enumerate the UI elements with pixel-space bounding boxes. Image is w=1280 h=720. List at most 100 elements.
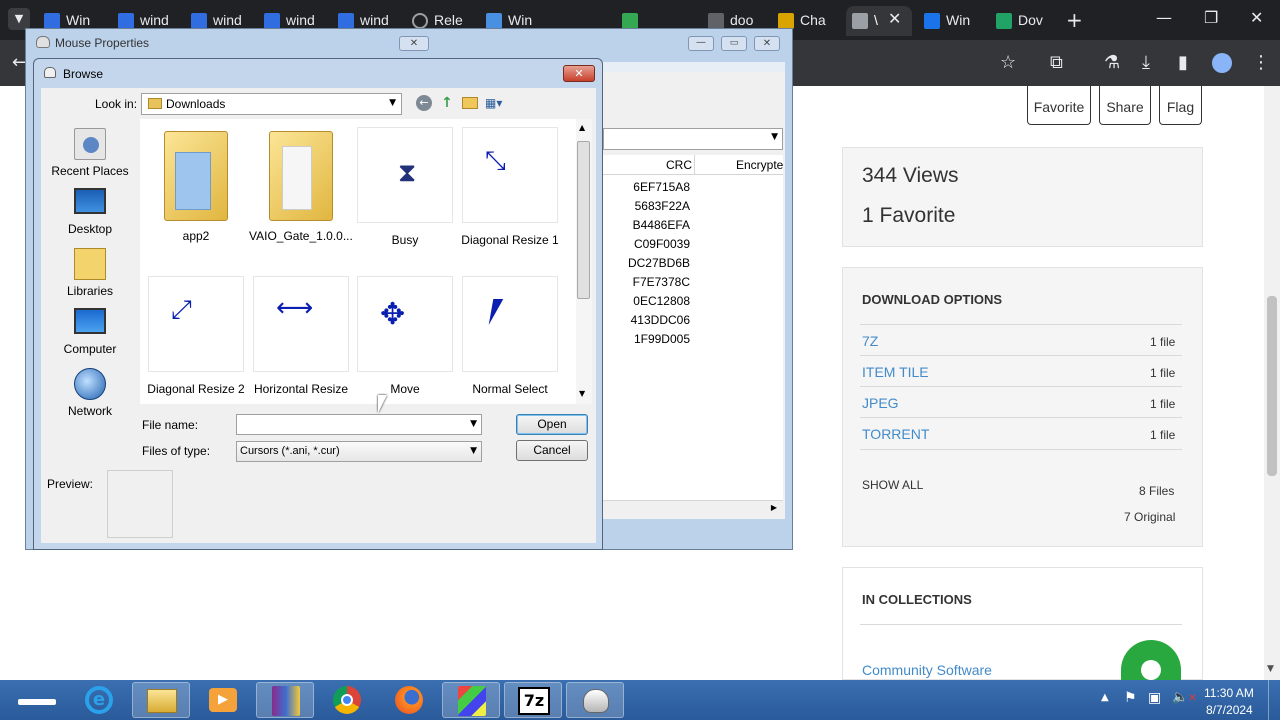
- file-item-cursor[interactable]: ⟷ Horizontal Resize: [249, 276, 353, 396]
- cursor-thumbnail: ⧗: [357, 127, 453, 223]
- close-icon[interactable]: ✕: [399, 36, 429, 51]
- profile-avatar[interactable]: [1212, 53, 1232, 73]
- encrypted-column-header[interactable]: Encrypte: [736, 158, 783, 172]
- file-item-folder[interactable]: app2: [144, 127, 248, 243]
- clock-time[interactable]: 11:30 AM: [1204, 686, 1254, 700]
- scrollbar-thumb[interactable]: [1267, 296, 1277, 476]
- place-computer[interactable]: Computer: [48, 308, 132, 356]
- restore-icon[interactable]: ❐: [1204, 8, 1218, 27]
- minimize-icon[interactable]: —: [1156, 8, 1172, 27]
- taskbar-app-7zip[interactable]: 7z: [504, 682, 562, 718]
- scroll-down-arrow-icon[interactable]: ▼: [579, 389, 585, 398]
- download-option-jpeg[interactable]: JPEG: [862, 395, 899, 411]
- action-center-flag-icon[interactable]: ⚑: [1124, 690, 1137, 706]
- favorite-button[interactable]: Favorite: [1027, 86, 1091, 125]
- back-icon[interactable]: ←: [416, 95, 432, 111]
- download-option-count: 1 file: [1150, 428, 1176, 442]
- clock-date[interactable]: 8/7/2024: [1206, 703, 1253, 717]
- place-libraries[interactable]: Libraries: [48, 248, 132, 298]
- taskbar-app-explorer[interactable]: [132, 682, 190, 718]
- browser-tab-active[interactable]: \ ✕: [846, 6, 912, 36]
- labs-icon[interactable]: ⚗: [1104, 52, 1120, 73]
- download-options-heading: DOWNLOAD OPTIONS: [862, 292, 1003, 307]
- divider: [860, 624, 1182, 625]
- path-dropdown[interactable]: ▼: [603, 128, 783, 150]
- maximize-icon[interactable]: ▭: [721, 36, 747, 51]
- collection-link[interactable]: Community Software: [862, 662, 992, 678]
- horizontal-scrollbar[interactable]: ▶: [603, 500, 783, 517]
- file-item-folder[interactable]: VAIO_Gate_1.0.0....: [249, 127, 353, 243]
- scroll-right-arrow-icon[interactable]: ▶: [771, 503, 777, 512]
- crc-value: 6EF715A8: [633, 180, 690, 194]
- file-item-cursor[interactable]: ⤡ Diagonal Resize 1: [458, 127, 562, 247]
- minimize-icon[interactable]: —: [688, 36, 714, 51]
- scrollbar-thumb[interactable]: [577, 141, 590, 299]
- tab-search-button[interactable]: ▼: [8, 8, 30, 30]
- new-tab-icon[interactable]: +: [1066, 8, 1083, 32]
- file-item-cursor[interactable]: ✥ Move: [353, 276, 457, 396]
- tab-favicon: [338, 13, 354, 30]
- tab-close-icon[interactable]: ✕: [888, 6, 901, 34]
- crc-value: 1F99D005: [633, 332, 690, 346]
- crc-column-header[interactable]: CRC: [666, 158, 692, 172]
- side-panel-icon[interactable]: ▮: [1178, 52, 1188, 73]
- chevron-down-icon: ▼: [470, 419, 477, 429]
- volume-muted-icon[interactable]: 🔈✕: [1172, 690, 1197, 705]
- network-icon[interactable]: ▣: [1148, 690, 1161, 706]
- close-window-icon[interactable]: ✕: [1250, 8, 1263, 27]
- view-menu-icon[interactable]: ▦▾: [485, 96, 509, 110]
- media-player-icon: ▶: [209, 688, 237, 712]
- cancel-button[interactable]: Cancel: [516, 440, 588, 461]
- close-icon[interactable]: ✕: [754, 36, 780, 51]
- files-of-type-dropdown[interactable]: Cursors (*.ani, *.cur) ▼: [236, 441, 482, 462]
- app-icon: [458, 686, 486, 716]
- open-button[interactable]: Open: [516, 414, 588, 435]
- show-desktop-button[interactable]: [1268, 680, 1280, 720]
- taskbar-app-media[interactable]: ▶: [194, 682, 252, 718]
- browser-tab[interactable]: Win: [924, 6, 980, 36]
- browser-tab[interactable]: Dov: [996, 6, 1052, 36]
- tab-favicon: [44, 13, 60, 30]
- show-hidden-icons-icon[interactable]: ▲: [1101, 692, 1109, 703]
- file-name-label: File name:: [142, 418, 199, 432]
- flag-button[interactable]: Flag: [1159, 86, 1202, 125]
- file-item-cursor[interactable]: ⧗ Busy: [353, 127, 457, 247]
- file-name-input[interactable]: ▼: [236, 414, 482, 435]
- download-option-item-tile[interactable]: ITEM TILE: [862, 364, 929, 380]
- new-folder-icon[interactable]: [462, 97, 478, 109]
- download-icon[interactable]: ⤓: [1142, 52, 1150, 73]
- libraries-icon: [74, 248, 106, 280]
- download-option-7z[interactable]: 7Z: [862, 333, 878, 349]
- computer-icon: [74, 308, 106, 334]
- taskbar-app-firefox[interactable]: [380, 682, 438, 718]
- desktop-icon: [74, 188, 106, 214]
- file-view-scrollbar[interactable]: ▲ ▼: [576, 119, 592, 404]
- taskbar-app-mouse[interactable]: [566, 682, 624, 718]
- file-item-cursor[interactable]: Normal Select: [458, 276, 562, 396]
- taskbar-app-generic[interactable]: [442, 682, 500, 718]
- firefox-icon: [395, 686, 423, 714]
- look-in-label: Look in:: [95, 97, 138, 111]
- menu-icon[interactable]: ⋮: [1252, 52, 1270, 73]
- place-desktop[interactable]: Desktop: [48, 188, 132, 236]
- place-recent-places[interactable]: Recent Places: [48, 128, 132, 178]
- page-scrollbar[interactable]: ▼: [1264, 86, 1280, 680]
- close-button[interactable]: ✕: [563, 65, 595, 82]
- scroll-up-arrow-icon[interactable]: ▲: [579, 123, 585, 132]
- taskbar-app-winrar[interactable]: [256, 682, 314, 718]
- start-button[interactable]: [6, 684, 66, 718]
- extensions-icon[interactable]: ⧉: [1050, 52, 1063, 73]
- preview-box: [107, 470, 173, 538]
- divider: [860, 386, 1182, 387]
- show-all-link[interactable]: SHOW ALL: [862, 478, 923, 492]
- file-item-cursor[interactable]: ⤢ Diagonal Resize 2: [144, 276, 248, 396]
- look-in-dropdown[interactable]: Downloads ▼: [141, 93, 402, 115]
- up-folder-icon[interactable]: ↑: [439, 95, 455, 111]
- place-network[interactable]: Network: [48, 368, 132, 418]
- scroll-down-arrow-icon[interactable]: ▼: [1267, 664, 1274, 674]
- bookmark-star-icon[interactable]: ☆: [1000, 52, 1016, 73]
- download-option-torrent[interactable]: TORRENT: [862, 426, 929, 442]
- taskbar-app-ie[interactable]: e: [70, 682, 128, 718]
- share-button[interactable]: Share: [1099, 86, 1151, 125]
- taskbar-app-chrome[interactable]: [318, 682, 376, 718]
